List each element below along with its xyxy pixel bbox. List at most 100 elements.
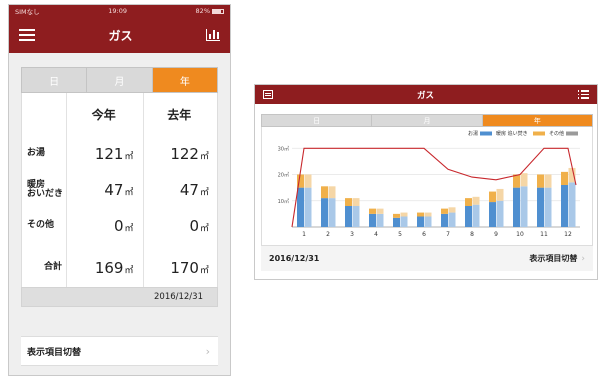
period-tabs: 日 月 年 [261, 114, 593, 127]
carrier-text: SIMなし [15, 8, 40, 16]
date-label: 2016/12/31 [269, 254, 320, 263]
legend-swatch [566, 131, 578, 136]
x-tick-label: 12 [564, 231, 572, 238]
bar-heating-last-year [472, 196, 480, 205]
value-cell: 47㎥ [179, 181, 209, 199]
table-row: お湯 121㎥ 122㎥ [22, 143, 217, 165]
bar-hot-water-this-year [513, 187, 520, 227]
status-bar: SIMなし 19:09 82% [9, 5, 230, 17]
tablet-screen: ガス 日 月 年 10㎥ 20㎥ 30㎥ お湯 暖房 追い焚き その他 1 2 3 4 5 6 7 8 9 1… [254, 84, 598, 280]
bar-heating-last-year [304, 174, 312, 188]
bar-heating-this-year [465, 198, 472, 206]
bar-heating-this-year [321, 186, 328, 199]
bar-hot-water-this-year [489, 202, 496, 227]
display-toggle-button[interactable]: 表示項目切替 › [21, 336, 218, 366]
bar-hot-water-this-year [345, 206, 352, 227]
x-tick-label: 11 [540, 231, 548, 238]
bar-hot-water-this-year [417, 216, 424, 227]
bar-chart-icon[interactable] [205, 29, 220, 41]
battery-indicator: 82% [196, 7, 224, 15]
y-tick-label: 20㎥ [278, 172, 289, 179]
tab-month[interactable]: 月 [372, 115, 483, 126]
bar-hot-water-this-year [465, 206, 472, 227]
battery-icon [212, 8, 224, 14]
bar-hot-water-last-year [520, 186, 528, 227]
bar-hot-water-last-year [328, 198, 336, 227]
table-row: 暖房 おいだき 47㎥ 47㎥ [22, 177, 217, 203]
y-tick-label: 30㎥ [278, 145, 289, 152]
tab-day[interactable]: 日 [22, 68, 88, 92]
bar-heating-last-year [328, 186, 336, 199]
bar-heating-this-year [369, 208, 376, 214]
bar-heating-last-year [400, 212, 408, 217]
tab-year[interactable]: 年 [482, 115, 592, 126]
usage-chart-svg: 10㎥20㎥30㎥お湯 暖房 追い焚き その他1 2 3 4 5 6 7 8 9 10 11 12 [278, 130, 580, 238]
value-cell: 47㎥ [104, 181, 134, 199]
usage-panel: 日 月 年 今年 去年 お湯 121㎥ 122㎥ 暖房おいだき 47㎥ 47㎥ [21, 67, 218, 307]
clock-text: 19:09 [108, 7, 127, 15]
value-cell: 121㎥ [94, 145, 134, 163]
bar-heating-this-year [513, 174, 520, 188]
period-tabs: 日 月 年 [21, 67, 218, 93]
page-title: ガス [416, 90, 434, 101]
value-cell: 169㎥ [94, 259, 134, 277]
bar-hot-water-this-year [441, 213, 448, 227]
x-tick-label: 2 [326, 231, 330, 238]
bar-heating-this-year [441, 208, 448, 214]
phone-screen: SIMなし 19:09 82% ガス 日 月 年 今年 去年 お湯 121㎥ 1… [8, 4, 231, 376]
bar-heating-last-year [424, 212, 432, 217]
phone-nav-bar: ガス [9, 17, 230, 53]
tab-month[interactable]: 月 [87, 68, 153, 92]
bar-hot-water-this-year [393, 217, 400, 227]
bar-hot-water-this-year [297, 187, 304, 227]
x-tick-label: 8 [470, 231, 474, 238]
bar-hot-water-last-year [424, 216, 432, 227]
bar-hot-water-last-year [472, 204, 480, 227]
tab-year[interactable]: 年 [152, 68, 217, 92]
display-toggle-label: 表示項目切替 [27, 347, 82, 358]
bar-heating-last-year [520, 173, 528, 187]
x-tick-label: 9 [494, 231, 498, 238]
legend-label: 暖房 追い焚き [496, 130, 528, 137]
bar-heating-this-year [345, 198, 352, 206]
legend-swatch [533, 131, 545, 136]
tablet-footer: 2016/12/31 表示項目切替 › [261, 245, 593, 271]
value-cell: 170㎥ [170, 259, 209, 277]
bar-heating-this-year [489, 191, 496, 203]
bar-heating-last-year [448, 207, 456, 213]
tab-day[interactable]: 日 [262, 115, 373, 126]
bar-heating-this-year [417, 212, 424, 217]
page-title: ガス [108, 28, 133, 43]
hamburger-menu-icon[interactable] [19, 29, 35, 41]
chevron-right-icon: › [205, 344, 210, 358]
bar-hot-water-last-year [448, 212, 456, 227]
date-label: 2016/12/31 [21, 287, 218, 307]
bar-hot-water-this-year [321, 198, 328, 227]
bar-hot-water-this-year [561, 185, 568, 227]
menu-icon[interactable] [263, 90, 273, 99]
display-toggle-button[interactable]: 表示項目切替 › [529, 253, 585, 264]
legend-label: お湯 [468, 130, 478, 137]
tablet-nav-bar: ガス [255, 85, 597, 104]
bar-heating-last-year [544, 174, 552, 188]
chevron-right-icon: › [581, 254, 585, 264]
x-tick-label: 7 [446, 231, 450, 238]
legend-swatch [480, 131, 492, 136]
value-cell: 122㎥ [170, 145, 209, 163]
x-tick-label: 3 [350, 231, 354, 238]
x-tick-label: 1 [302, 231, 306, 238]
bar-heating-last-year [376, 208, 384, 214]
bar-hot-water-last-year [544, 187, 552, 227]
x-tick-label: 4 [374, 231, 378, 238]
row-label: 暖房 おいだき [27, 179, 64, 199]
bar-hot-water-last-year [568, 182, 576, 227]
list-icon[interactable] [577, 90, 589, 99]
usage-table: 今年 去年 お湯 121㎥ 122㎥ 暖房 おいだき 47㎥ 47㎥ その他 0㎥… [21, 93, 218, 287]
bar-hot-water-last-year [400, 216, 408, 227]
row-label: お湯 [27, 148, 46, 159]
x-tick-label: 5 [398, 231, 402, 238]
bar-heating-this-year [537, 174, 544, 188]
bar-hot-water-this-year [537, 187, 544, 227]
bar-hot-water-last-year [496, 200, 504, 227]
value-cell: 0㎥ [113, 217, 134, 235]
